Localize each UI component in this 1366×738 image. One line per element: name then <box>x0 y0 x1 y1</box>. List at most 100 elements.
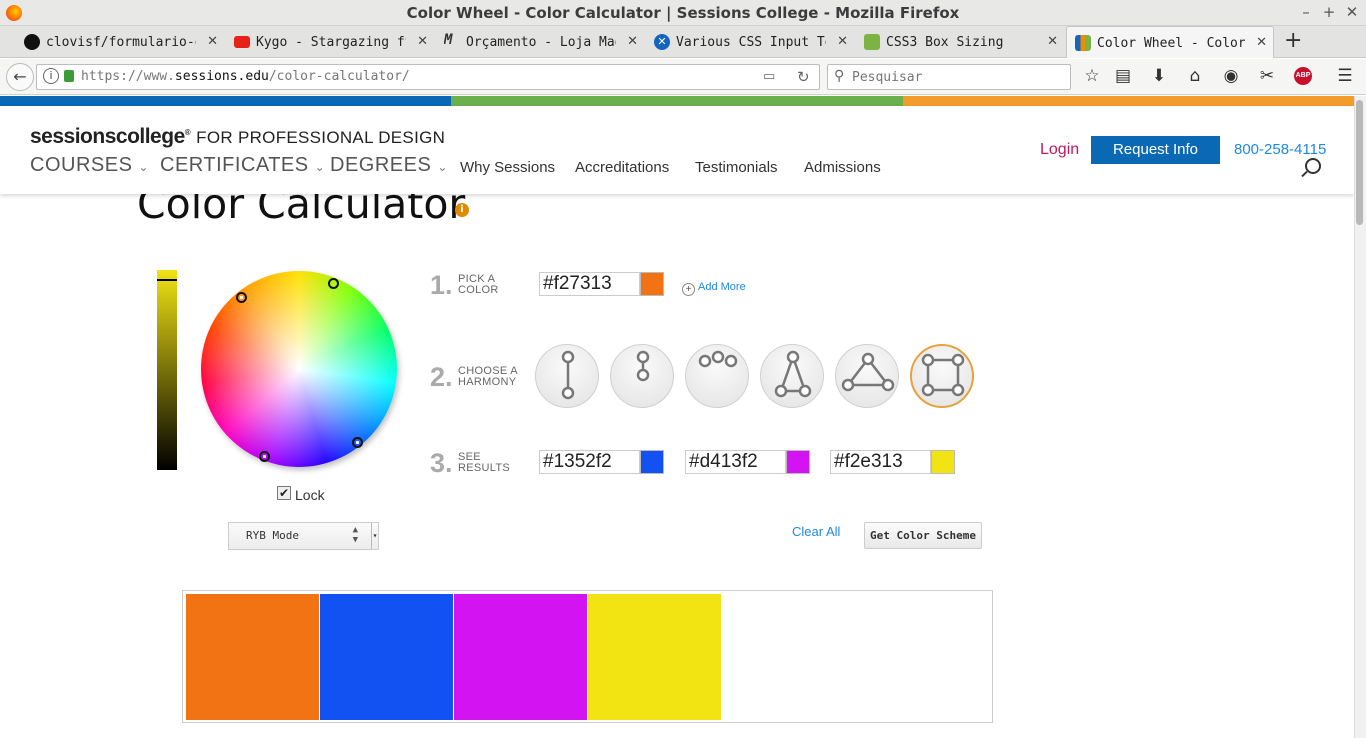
header-stripe-blue <box>0 96 451 106</box>
reader-view-icon[interactable]: ▭ <box>763 69 775 84</box>
tab-label: clovisf/formulario-orc <box>46 35 196 50</box>
nav-certificates[interactable]: CERTIFICATES ⌄ <box>160 154 325 177</box>
clear-all-link[interactable]: Clear All <box>792 524 840 539</box>
result-color-input[interactable] <box>830 450 931 474</box>
wheel-handle[interactable] <box>328 278 339 289</box>
request-info-button[interactable]: Request Info <box>1091 136 1220 164</box>
close-tab-icon[interactable]: ✕ <box>207 34 218 49</box>
header-stripe-orange <box>903 96 1354 106</box>
harmony-split-complementary-button[interactable] <box>610 344 674 408</box>
add-more-link[interactable]: + Add More <box>682 281 746 296</box>
harmony-triad-button[interactable] <box>760 344 824 408</box>
nav-degrees[interactable]: DEGREES ⌄ <box>330 154 448 177</box>
close-tab-icon[interactable]: ✕ <box>417 34 428 49</box>
codepen-icon: ✕ <box>654 34 670 50</box>
screenshot-icon[interactable]: ✂ <box>1256 66 1278 86</box>
reading-list-icon[interactable]: ▤ <box>1112 66 1134 86</box>
reload-icon[interactable]: ↻ <box>797 68 810 86</box>
harmony-analogous-button[interactable] <box>685 344 749 408</box>
pick-color-input[interactable] <box>539 272 640 296</box>
url-bar[interactable]: i https://www.sessions.edu/color-calcula… <box>36 64 820 90</box>
tab-color-wheel[interactable]: Color Wheel - Color Ca ✕ <box>1066 26 1274 58</box>
scheme-color-block <box>454 594 587 720</box>
header-stripe-green <box>451 96 903 106</box>
nav-testimonials[interactable]: Testimonials <box>695 159 778 176</box>
youtube-icon <box>234 36 250 48</box>
close-tab-icon[interactable]: ✕ <box>1256 35 1267 50</box>
wheel-handle-primary[interactable] <box>236 292 247 303</box>
bookmark-star-icon[interactable]: ☆ <box>1081 66 1103 86</box>
tab-bar: clovisf/formulario-orc ✕ Kygo - Stargazi… <box>0 26 1366 58</box>
wheel-handle[interactable] <box>259 451 270 462</box>
home-icon[interactable]: ⌂ <box>1184 66 1206 86</box>
adblock-icon[interactable]: ABP <box>1294 67 1312 85</box>
info-icon[interactable]: i <box>455 203 469 217</box>
nav-accreditations[interactable]: Accreditations <box>575 159 669 176</box>
nav-admissions[interactable]: Admissions <box>804 159 881 176</box>
magento-icon: M <box>444 32 453 48</box>
select-arrows-icon: ▲ ▼ <box>352 525 358 545</box>
result-color-swatch[interactable] <box>640 450 664 474</box>
site-info-icon[interactable]: i <box>43 68 59 84</box>
lock-checkbox[interactable]: ✔ <box>277 486 291 500</box>
close-tab-icon[interactable]: ✕ <box>627 34 638 49</box>
tab-label: Kygo - Stargazing ft. <box>256 35 406 50</box>
tab-github[interactable]: clovisf/formulario-orc ✕ <box>24 30 220 57</box>
tab-label: Color Wheel - Color Ca <box>1097 36 1245 51</box>
triad-wide-icon <box>841 352 895 392</box>
pocket-icon[interactable]: ◉ <box>1220 66 1242 86</box>
search-input[interactable] <box>850 67 1060 87</box>
tab-css-input[interactable]: ✕ Various CSS Input Text ✕ <box>654 30 850 57</box>
mode-select[interactable]: RYB Mode ▲ ▼ ▾ <box>228 522 379 550</box>
pick-color-swatch[interactable] <box>640 272 664 296</box>
back-button[interactable]: ← <box>6 63 34 91</box>
url-text[interactable]: https://www.sessions.edu/color-calculato… <box>81 69 410 84</box>
site-search-icon[interactable] <box>1305 158 1321 174</box>
result-color-swatch[interactable] <box>931 450 955 474</box>
sessions-favicon-icon <box>1075 35 1091 51</box>
step1-number: 1. <box>430 270 453 300</box>
result-color-input[interactable] <box>685 450 786 474</box>
tab-box-sizing[interactable]: CSS3 Box Sizing ✕ <box>864 30 1060 57</box>
select-dropdown-icon[interactable]: ▾ <box>371 523 378 549</box>
chevron-down-icon: ⌄ <box>437 160 448 174</box>
step1-label: PICK A COLOR <box>458 273 499 296</box>
download-icon[interactable]: ⬇ <box>1148 66 1170 86</box>
page-viewport: sessionscollege® FOR PROFESSIONAL DESIGN … <box>0 96 1354 738</box>
tab-magento[interactable]: M Orçamento - Loja Maged ✕ <box>444 30 640 57</box>
new-tab-button[interactable]: + <box>1284 28 1302 53</box>
nav-why-sessions[interactable]: Why Sessions <box>460 159 555 176</box>
phone-link[interactable]: 800-258-4115 <box>1234 141 1326 158</box>
search-bar[interactable]: ⚲ <box>827 64 1071 90</box>
css3-icon <box>864 34 880 50</box>
harmony-triad-wide-button[interactable] <box>835 344 899 408</box>
search-icon: ⚲ <box>834 68 845 84</box>
wheel-handle[interactable] <box>352 437 363 448</box>
tab-label: CSS3 Box Sizing <box>886 35 1004 50</box>
analogous-icon <box>698 350 738 368</box>
step2-label: CHOOSE A HARMONY <box>458 365 518 388</box>
site-header: sessionscollege® FOR PROFESSIONAL DESIGN … <box>0 106 1354 194</box>
harmony-complementary-button[interactable] <box>535 344 599 408</box>
get-color-scheme-button[interactable]: Get Color Scheme <box>864 522 982 549</box>
page-scrollbar-thumb[interactable] <box>1356 100 1363 225</box>
close-tab-icon[interactable]: ✕ <box>1047 34 1058 49</box>
minimize-icon[interactable]: – <box>1297 3 1315 21</box>
tab-youtube[interactable]: Kygo - Stargazing ft. ✕ <box>234 30 430 57</box>
result-color-input[interactable] <box>539 450 640 474</box>
menu-icon[interactable]: ☰ <box>1334 66 1356 86</box>
login-link[interactable]: Login <box>1040 141 1079 159</box>
brightness-slider-handle[interactable] <box>157 279 177 281</box>
close-window-icon[interactable]: ✕ <box>1343 3 1361 21</box>
tab-label: Various CSS Input Text <box>676 35 826 50</box>
result-color-swatch[interactable] <box>786 450 810 474</box>
maximize-icon[interactable]: + <box>1320 3 1338 21</box>
close-tab-icon[interactable]: ✕ <box>837 34 848 49</box>
color-wheel[interactable] <box>201 271 397 467</box>
brightness-slider[interactable] <box>157 270 177 470</box>
window-title: Color Wheel - Color Calculator | Session… <box>406 4 960 22</box>
site-logo[interactable]: sessionscollege® FOR PROFESSIONAL DESIGN <box>30 125 445 149</box>
nav-courses[interactable]: COURSES ⌄ <box>30 154 149 177</box>
chevron-down-icon: ⌄ <box>314 160 326 174</box>
harmony-tetrad-button[interactable] <box>910 344 974 408</box>
